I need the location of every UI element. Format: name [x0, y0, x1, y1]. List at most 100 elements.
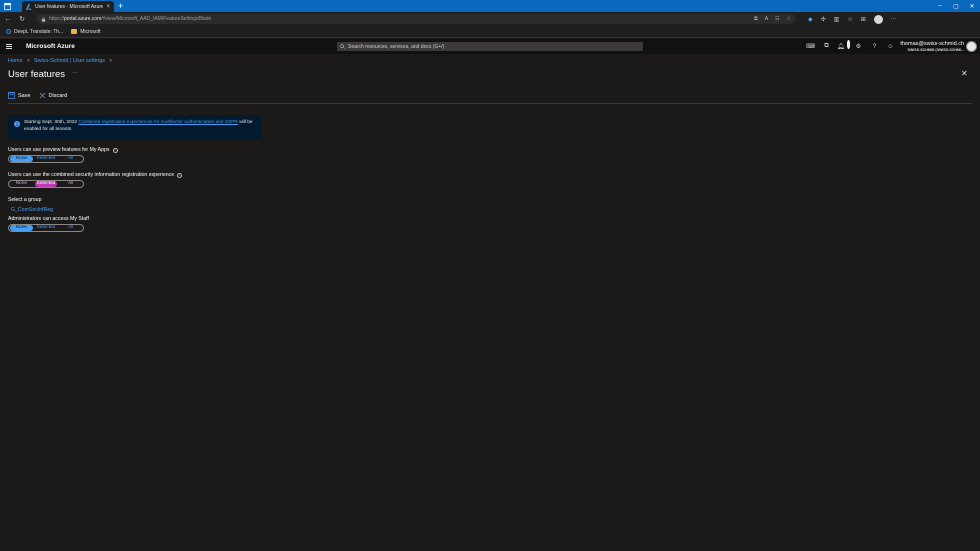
toggle-option-selected[interactable]: Selected	[35, 156, 58, 162]
back-arrow-icon[interactable]: ←	[4, 15, 12, 23]
lock-icon	[41, 16, 46, 22]
search-icon	[340, 44, 345, 49]
combined-registration-toggle: None Selected All	[8, 180, 84, 188]
split-screen-icon[interactable]: ▥	[834, 16, 840, 23]
cloud-shell-icon[interactable]: ⌨	[806, 42, 815, 51]
workspaces-icon[interactable]	[0, 0, 14, 12]
more-menu-icon[interactable]: ···	[891, 16, 897, 22]
portal-menu-icon[interactable]	[6, 44, 14, 49]
azure-top-bar: Microsoft Azure ⌨ ⧉ 🔔︎1 ⚙ ? ☺ thomas@swi…	[0, 39, 980, 54]
breadcrumb-separator: >	[109, 58, 113, 64]
user-tenant: SWISS-SCHMID (SWISS-SCHMI...	[907, 48, 964, 52]
url-text: https://portal.azure.com/#view/Microsoft…	[49, 16, 211, 22]
puzzle-extensions-icon[interactable]: ✣	[821, 16, 826, 23]
breadcrumb-home[interactable]: Home	[8, 58, 23, 64]
notification-badge: 1	[846, 40, 850, 49]
tab-title: User features - Microsoft Azure	[35, 3, 104, 10]
more-options-icon[interactable]: ···	[72, 70, 78, 76]
minimize-icon[interactable]: –	[932, 0, 948, 12]
maximize-icon[interactable]: ▢	[948, 0, 964, 12]
command-bar: Save Discard	[8, 92, 67, 99]
azure-logo-icon	[26, 3, 32, 10]
azure-brand[interactable]: Microsoft Azure	[26, 43, 75, 50]
discard-button[interactable]: Discard	[39, 92, 68, 99]
app-available-icon[interactable]: ⧉	[754, 16, 758, 22]
favorite-label: Microsoft	[80, 28, 101, 35]
preview-features-text: Users can use preview features for My Ap…	[8, 147, 110, 153]
toggle-option-none[interactable]: None	[10, 156, 33, 162]
avatar[interactable]	[966, 41, 977, 52]
search-input[interactable]	[348, 43, 628, 50]
toggle-option-none[interactable]: None	[10, 225, 33, 231]
info-icon: i	[14, 121, 20, 127]
breadcrumb-separator: >	[26, 58, 30, 64]
directory-filter-icon[interactable]: ⧉	[822, 42, 831, 51]
selected-group-link[interactable]: G_ComSecInfReg	[11, 207, 53, 213]
favorite-microsoft[interactable]: Microsoft	[71, 29, 100, 35]
immersive-reader-icon[interactable]: ☷	[775, 16, 779, 22]
favorites-bar: DeepL Translate: Th... Microsoft	[0, 26, 980, 38]
url-prefix: https://	[49, 16, 65, 22]
combined-registration-label: Users can use the combined security info…	[8, 172, 183, 178]
preview-features-toggle: None Selected All	[8, 155, 84, 163]
settings-gear-icon[interactable]: ⚙	[854, 42, 863, 51]
discard-x-icon	[39, 92, 46, 99]
address-bar-row: ← ↻ https://portal.azure.com/#view/Micro…	[0, 12, 980, 26]
new-tab-button[interactable]: +	[118, 1, 123, 11]
favorite-star-icon[interactable]: ☆	[787, 16, 791, 22]
preview-features-label: Users can use preview features for My Ap…	[8, 147, 118, 153]
info-prefix: Starting Sept. 30th, 2022	[24, 120, 78, 125]
breadcrumb-user-settings[interactable]: Swiss-Schmid | User settings	[34, 58, 105, 64]
browser-tab-active[interactable]: User features - Microsoft Azure ×	[22, 1, 114, 12]
deepl-icon	[6, 29, 11, 34]
favorite-label: DeepL Translate: Th...	[14, 28, 64, 35]
url-host: portal.azure.com	[64, 16, 102, 22]
info-tooltip-icon[interactable]: i	[177, 172, 183, 178]
url-extensions: ⧉ A ☷ ☆	[754, 16, 791, 22]
my-staff-toggle: None Selected All	[8, 224, 84, 232]
toggle-option-all[interactable]: All	[59, 181, 82, 187]
info-banner: i Starting Sept. 30th, 2022 Combined reg…	[8, 115, 261, 139]
favorites-icon[interactable]: ☆	[847, 16, 852, 23]
read-aloud-icon[interactable]: A	[765, 16, 768, 22]
info-tooltip-icon[interactable]: i	[112, 147, 118, 153]
refresh-icon[interactable]: ↻	[18, 15, 26, 23]
toggle-option-selected[interactable]: Selected	[34, 181, 58, 187]
breadcrumb: Home > Swiss-Schmid | User settings >	[8, 58, 112, 64]
combined-registration-text: Users can use the combined security info…	[8, 172, 175, 178]
divider	[8, 103, 972, 104]
toggle-option-all[interactable]: All	[59, 225, 82, 231]
save-icon	[8, 92, 15, 99]
favorite-deepl[interactable]: DeepL Translate: Th...	[6, 29, 63, 35]
account-info[interactable]: thomas@swiss-schmid.ch SWISS-SCHMID (SWI…	[890, 41, 964, 52]
close-window-icon[interactable]: ✕	[964, 0, 980, 12]
my-staff-text: Administrators can access My Staff	[8, 216, 89, 222]
browser-toolbar: ◆ ✣ ▥ ☆ ⊞ ···	[808, 14, 897, 24]
info-message: Starting Sept. 30th, 2022 Combined regis…	[24, 120, 255, 134]
close-tab-icon[interactable]: ×	[106, 4, 110, 10]
global-search[interactable]	[337, 42, 643, 51]
discard-label: Discard	[48, 92, 68, 99]
extension-icon[interactable]: ◆	[808, 16, 813, 23]
save-label: Save	[18, 92, 31, 99]
window-controls: – ▢ ✕	[932, 0, 980, 12]
select-group-label: Select a group	[8, 197, 42, 203]
close-blade-icon[interactable]: ✕	[961, 69, 968, 78]
user-email: thomas@swiss-schmid.ch	[900, 41, 964, 47]
combined-registration-link[interactable]: Combined registration experiences for mu…	[78, 120, 237, 125]
page-title: User features	[8, 69, 66, 80]
toggle-option-selected[interactable]: Selected	[35, 225, 58, 231]
toggle-option-all[interactable]: All	[59, 156, 82, 162]
notifications-icon[interactable]: 🔔︎ 1	[837, 40, 850, 51]
toggle-option-none[interactable]: None	[10, 181, 33, 187]
my-staff-label: Administrators can access My Staff	[8, 216, 89, 222]
help-icon[interactable]: ?	[870, 42, 879, 51]
collections-icon[interactable]: ⊞	[861, 16, 866, 23]
save-button[interactable]: Save	[8, 92, 31, 99]
browser-profile-avatar[interactable]	[873, 14, 883, 24]
url-field[interactable]: https://portal.azure.com/#view/Microsoft…	[36, 14, 796, 24]
url-path: /#view/Microsoft_AAD_IAM/FeatureSettings…	[101, 16, 212, 22]
header-icons: ⌨ ⧉ 🔔︎ 1 ⚙ ? ☺	[806, 40, 895, 51]
browser-tab-bar: User features - Microsoft Azure × + – ▢ …	[0, 0, 980, 12]
folder-icon	[71, 29, 78, 34]
